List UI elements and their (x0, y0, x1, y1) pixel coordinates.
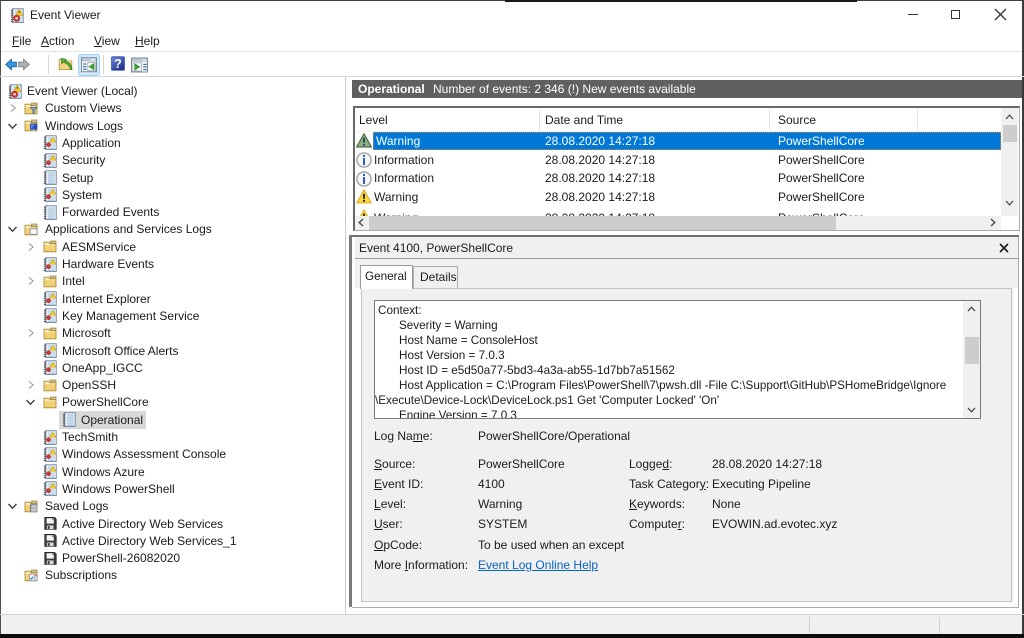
svg-text:?: ? (114, 57, 122, 71)
